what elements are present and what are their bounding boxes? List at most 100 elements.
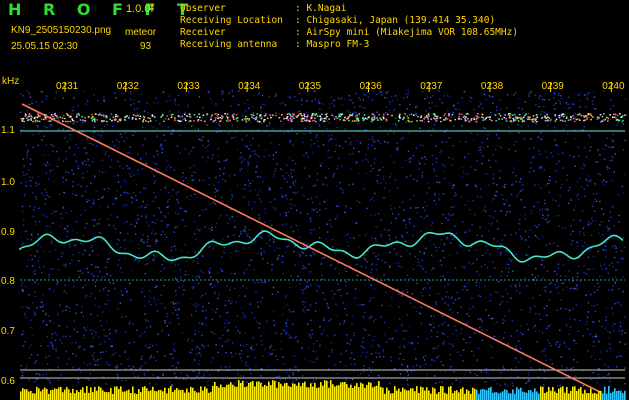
carrier-dot (264, 113, 267, 115)
level-bar-segment (438, 392, 440, 400)
level-bar-segment (472, 387, 474, 400)
noise-dot (475, 327, 478, 330)
noise-dot (220, 366, 222, 369)
noise-dot (242, 312, 244, 314)
noise-dot (501, 271, 503, 273)
noise-dot (447, 296, 450, 298)
noise-dot (479, 295, 481, 297)
level-bar-segment (174, 389, 176, 400)
noise-dot (263, 250, 265, 252)
noise-dot (478, 285, 480, 288)
noise-dot (45, 144, 47, 147)
noise-dot (548, 176, 551, 178)
noise-dot (288, 282, 290, 284)
noise-dot (318, 285, 320, 288)
noise-dot (319, 209, 321, 211)
level-bar-segment (242, 380, 244, 400)
noise-dot (34, 295, 37, 298)
noise-dot (334, 268, 336, 270)
noise-dot (77, 270, 79, 272)
carrier-dot (275, 114, 277, 117)
noise-dot (547, 339, 549, 342)
carrier-dot (241, 119, 244, 121)
noise-dot (579, 106, 581, 108)
noise-dot (315, 351, 317, 353)
noise-dot (86, 99, 89, 102)
noise-dot (130, 196, 133, 199)
noise-dot (207, 140, 209, 142)
noise-dot (217, 370, 219, 372)
carrier-dot (609, 114, 611, 116)
noise-dot (216, 131, 218, 133)
noise-dot (603, 179, 605, 182)
noise-dot (578, 198, 580, 200)
noise-dot (146, 163, 148, 165)
noise-dot (294, 337, 296, 339)
noise-dot (485, 252, 487, 254)
noise-dot (75, 355, 77, 358)
noise-dot (261, 237, 263, 240)
noise-dot (508, 204, 511, 207)
noise-dot (118, 239, 120, 241)
noise-dot (75, 221, 78, 223)
noise-dot (466, 289, 468, 291)
noise-dot (380, 182, 382, 184)
noise-dot (222, 92, 224, 94)
noise-dot (300, 99, 303, 101)
level-bar-segment (72, 388, 74, 400)
noise-dot (624, 173, 626, 176)
level-bar-segment (482, 388, 484, 400)
level-bar-segment (112, 393, 114, 400)
carrier-dot (527, 116, 530, 118)
noise-dot (191, 340, 193, 342)
level-bar-segment (610, 393, 612, 400)
noise-dot (549, 324, 552, 326)
noise-dot (497, 144, 499, 147)
noise-dot (291, 323, 294, 326)
noise-dot (506, 292, 509, 295)
noise-dot (98, 306, 100, 308)
noise-dot (81, 139, 83, 141)
noise-dot (260, 340, 263, 342)
level-bar-segment (346, 384, 348, 400)
noise-dot (351, 323, 353, 325)
noise-dot (579, 230, 581, 233)
noise-dot (566, 325, 568, 327)
carrier-dot (558, 114, 561, 117)
noise-dot (563, 153, 565, 155)
noise-dot (197, 262, 199, 264)
noise-dot (519, 325, 522, 327)
carrier-dot (426, 116, 429, 118)
noise-dot (174, 264, 177, 266)
noise-dot (108, 224, 110, 226)
noise-dot (160, 294, 162, 296)
noise-dot (161, 263, 163, 266)
noise-dot (373, 140, 376, 143)
noise-dot (476, 248, 478, 251)
noise-dot (103, 335, 106, 337)
noise-dot (421, 172, 424, 174)
noise-dot (534, 224, 536, 227)
noise-dot (58, 128, 60, 131)
carrier-dot (285, 117, 288, 119)
level-bar-segment (392, 393, 394, 400)
noise-dot (344, 128, 347, 130)
noise-dot (380, 316, 382, 318)
noise-dot (406, 370, 408, 373)
noise-dot (85, 329, 87, 331)
noise-dot (64, 284, 67, 286)
noise-dot (97, 99, 99, 102)
level-bar-segment (254, 386, 256, 400)
noise-dot (307, 198, 309, 200)
level-bar-segment (616, 391, 618, 400)
noise-dot (32, 302, 34, 304)
noise-dot (613, 329, 615, 332)
noise-dot (579, 319, 581, 321)
noise-dot (109, 275, 112, 277)
noise-dot (37, 132, 40, 135)
noise-dot (193, 221, 195, 223)
carrier-dot (117, 120, 119, 123)
noise-dot (501, 239, 503, 241)
noise-dot (355, 112, 357, 114)
noise-dot (226, 324, 229, 326)
